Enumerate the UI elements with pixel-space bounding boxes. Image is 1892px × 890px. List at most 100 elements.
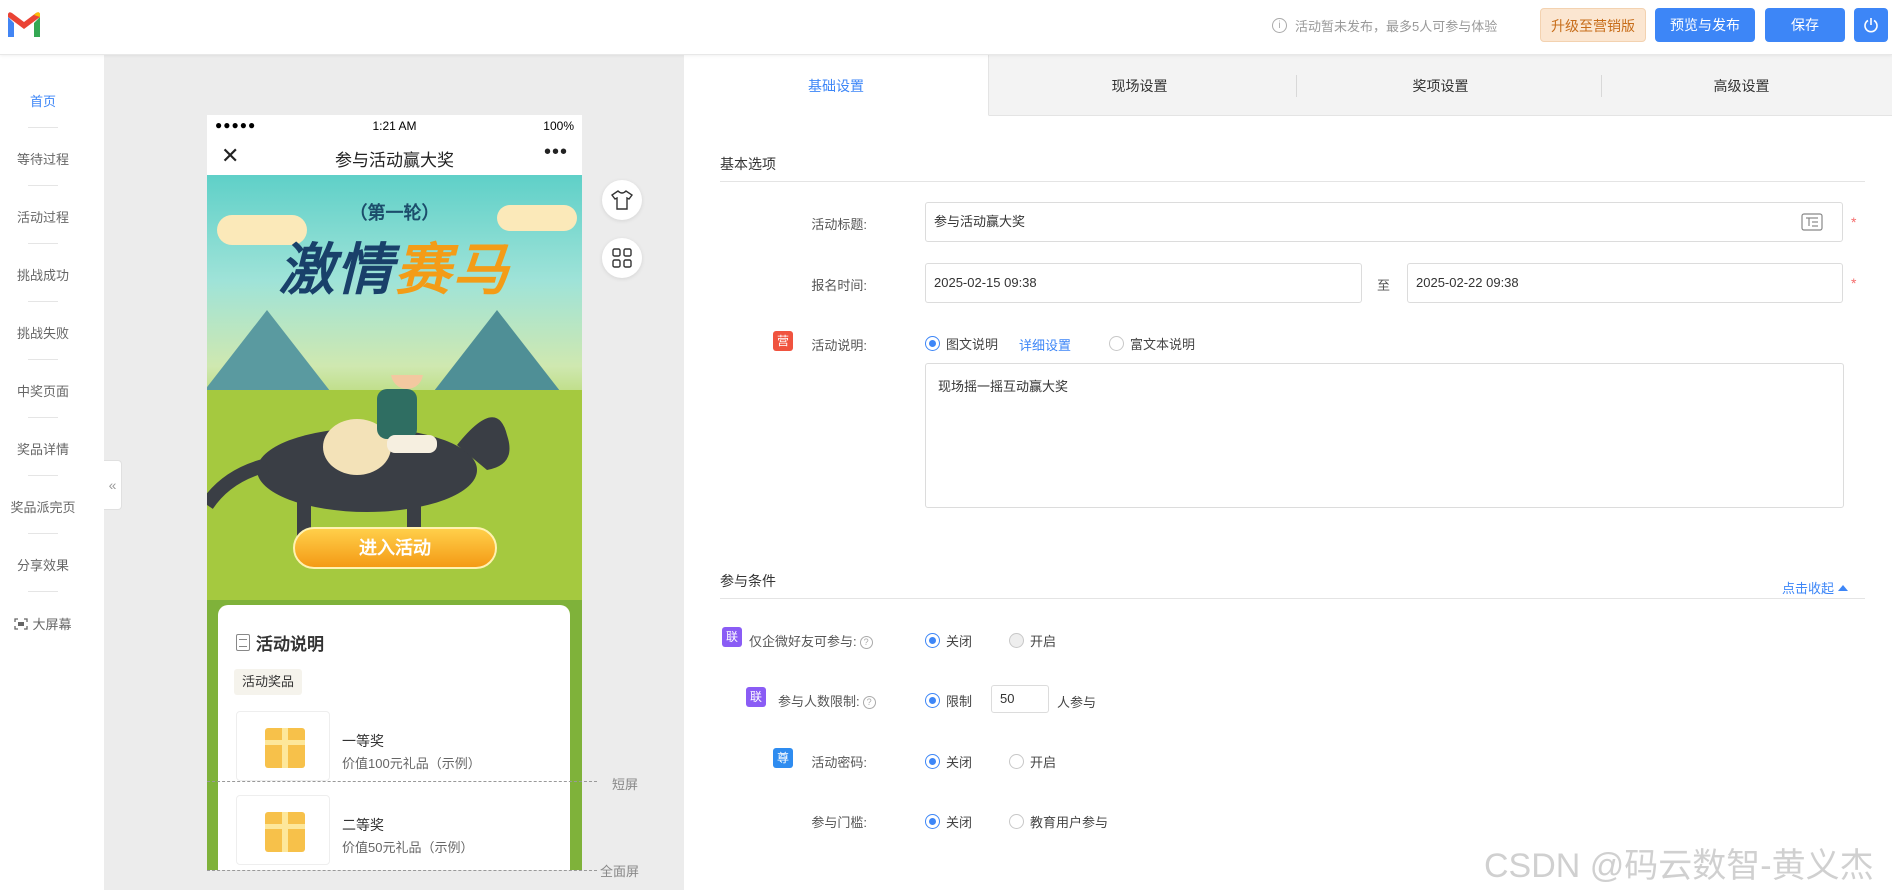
desc-option-graphic-label: 图文说明 — [946, 337, 999, 352]
phone-preview: ●●●●● 1:21 AM 100% ✕ 参与活动赢大奖 ••• （第一轮） 激… — [207, 115, 582, 870]
watermark: CSDN @码云数智-黄义杰 — [1484, 847, 1874, 885]
radio-selected-icon — [925, 633, 940, 648]
poster-round: （第一轮） — [349, 203, 440, 223]
nav-divider — [28, 417, 58, 418]
participant-limit-label: 参与人数限制:? — [778, 691, 876, 710]
prize-value: 价值50元礼品（示例） — [342, 840, 474, 855]
tab-prizes[interactable]: 奖项设置 — [1290, 55, 1591, 116]
nav-divider — [28, 243, 58, 244]
detail-settings-link[interactable]: 详细设置 — [1019, 335, 1071, 354]
grid-icon — [612, 248, 632, 268]
password-off-label: 关闭 — [946, 755, 973, 770]
collapse-nav-button[interactable]: « — [104, 460, 122, 510]
question-icon[interactable]: ? — [859, 636, 873, 649]
nav-item-fail[interactable]: 挑战失败 — [0, 323, 86, 342]
prize-item: 二等奖 价值50元礼品（示例） — [236, 795, 556, 865]
save-button[interactable]: 保存 — [1765, 8, 1845, 42]
nav-item-process[interactable]: 活动过程 — [0, 207, 86, 226]
radio-empty-icon — [1009, 754, 1024, 769]
required-mark: * — [1851, 275, 1857, 291]
title-input[interactable]: 参与活动赢大奖 — [925, 202, 1843, 242]
gmail-logo-icon[interactable] — [6, 11, 42, 39]
page-nav: 首页 等待过程 活动过程 挑战成功 挑战失败 中奖页面 奖品详情 奖品派完页 分… — [0, 55, 104, 890]
activity-info-card: 活动说明 活动奖品 一等奖 价值100元礼品（示例） 二等奖 价值50元礼品（示… — [218, 605, 570, 870]
upgrade-button[interactable]: 升级至营销版 — [1540, 8, 1646, 42]
poster-headline-a: 激情 — [278, 238, 395, 301]
wecom-friend-label: 仅企微好友可参与:? — [749, 631, 873, 650]
battery-indicator: 100% — [543, 119, 574, 133]
text-format-icon[interactable] — [1801, 213, 1823, 231]
section-divider — [720, 598, 1865, 599]
more-icon[interactable]: ••• — [544, 141, 568, 164]
radio-empty-icon — [1009, 814, 1024, 829]
gift-box-icon — [265, 812, 305, 852]
nav-item-waiting[interactable]: 等待过程 — [0, 149, 86, 168]
collapse-conditions-link[interactable]: 点击收起 — [1782, 578, 1849, 597]
nav-item-success[interactable]: 挑战成功 — [0, 265, 86, 284]
nav-divider — [28, 185, 58, 186]
card-title-text: 活动说明 — [256, 635, 324, 654]
power-button[interactable] — [1854, 8, 1888, 42]
participant-limit-on[interactable]: 限制 — [925, 691, 972, 710]
prize-tag: 活动奖品 — [234, 669, 303, 695]
question-icon[interactable]: ? — [862, 696, 876, 709]
nav-divider — [28, 301, 58, 302]
full-screen-label: 全面屏 — [600, 864, 640, 879]
password-on[interactable]: 开启 — [1009, 752, 1056, 771]
password-off[interactable]: 关闭 — [925, 752, 972, 771]
power-icon — [1864, 18, 1878, 33]
nav-divider — [28, 475, 58, 476]
tab-advanced[interactable]: 高级设置 — [1591, 55, 1892, 116]
basic-section-title: 基本选项 — [720, 156, 776, 172]
prize-name: 二等奖 — [342, 817, 384, 833]
publish-notice: i 活动暂未发布，最多5人可参与体验 — [1272, 16, 1497, 35]
info-icon: i — [1272, 18, 1287, 33]
nav-divider — [28, 533, 58, 534]
end-time-input[interactable]: 2025-02-22 09:38 — [1407, 263, 1843, 303]
participant-limit-suffix: 人参与 — [1057, 695, 1097, 710]
theme-button[interactable] — [602, 180, 642, 220]
nav-item-prize-out[interactable]: 奖品派完页 — [0, 497, 86, 516]
short-screen-line — [207, 781, 597, 782]
card-title: 活动说明 — [236, 630, 324, 655]
nav-item-share[interactable]: 分享效果 — [0, 555, 86, 574]
phone-status-bar: ●●●●● 1:21 AM 100% — [207, 115, 582, 137]
wecom-friend-on-label: 开启 — [1030, 634, 1057, 649]
poster-headline-b: 赛马 — [394, 238, 511, 301]
link-badge: 联 — [746, 687, 766, 707]
threshold-label: 参与门槛: — [811, 815, 867, 830]
nav-item-home[interactable]: 首页 — [0, 91, 86, 110]
nav-item-prize-detail[interactable]: 奖品详情 — [0, 439, 86, 458]
threshold-education[interactable]: 教育用户参与 — [1009, 812, 1108, 831]
desc-option-richtext[interactable]: 富文本说明 — [1109, 334, 1195, 353]
tab-divider — [1296, 75, 1297, 97]
desc-textarea[interactable]: 现场摇一摇互动赢大奖 — [925, 363, 1844, 508]
start-time-input[interactable]: 2025-02-15 09:38 — [925, 263, 1362, 303]
poster-banner: （第一轮） 激情赛马 进入活动 — [207, 175, 582, 600]
nav-item-big-screen[interactable]: 大屏幕 — [0, 614, 86, 633]
time-separator: 至 — [1377, 278, 1391, 293]
threshold-off[interactable]: 关闭 — [925, 812, 972, 831]
wecom-friend-off[interactable]: 关闭 — [925, 631, 972, 650]
desc-option-graphic[interactable]: 图文说明 — [925, 334, 998, 353]
gift-box-icon — [265, 728, 305, 768]
nav-divider — [28, 591, 58, 592]
participant-limit-input[interactable]: 50 — [991, 685, 1049, 713]
settings-tabs: 基础设置 现场设置 奖项设置 高级设置 — [684, 55, 1892, 116]
enter-activity-button[interactable]: 进入活动 — [293, 527, 497, 569]
layout-button[interactable] — [602, 238, 642, 278]
full-screen-line — [207, 870, 597, 871]
wecom-friend-off-label: 关闭 — [946, 634, 973, 649]
link-badge: 联 — [722, 627, 742, 647]
tab-onsite[interactable]: 现场设置 — [989, 55, 1290, 116]
nav-item-winning[interactable]: 中奖页面 — [0, 381, 86, 400]
preview-publish-button[interactable]: 预览与发布 — [1655, 8, 1755, 42]
required-mark: * — [1851, 214, 1857, 230]
phone-page-title: 参与活动赢大奖 — [335, 151, 454, 170]
time-label: 报名时间: — [811, 278, 867, 293]
tab-basic[interactable]: 基础设置 — [684, 55, 989, 116]
tab-divider — [1601, 75, 1602, 97]
radio-selected-icon — [925, 814, 940, 829]
wecom-friend-on[interactable]: 开启 — [1009, 631, 1056, 650]
prize-item: 一等奖 价值100元礼品（示例） — [236, 711, 556, 781]
